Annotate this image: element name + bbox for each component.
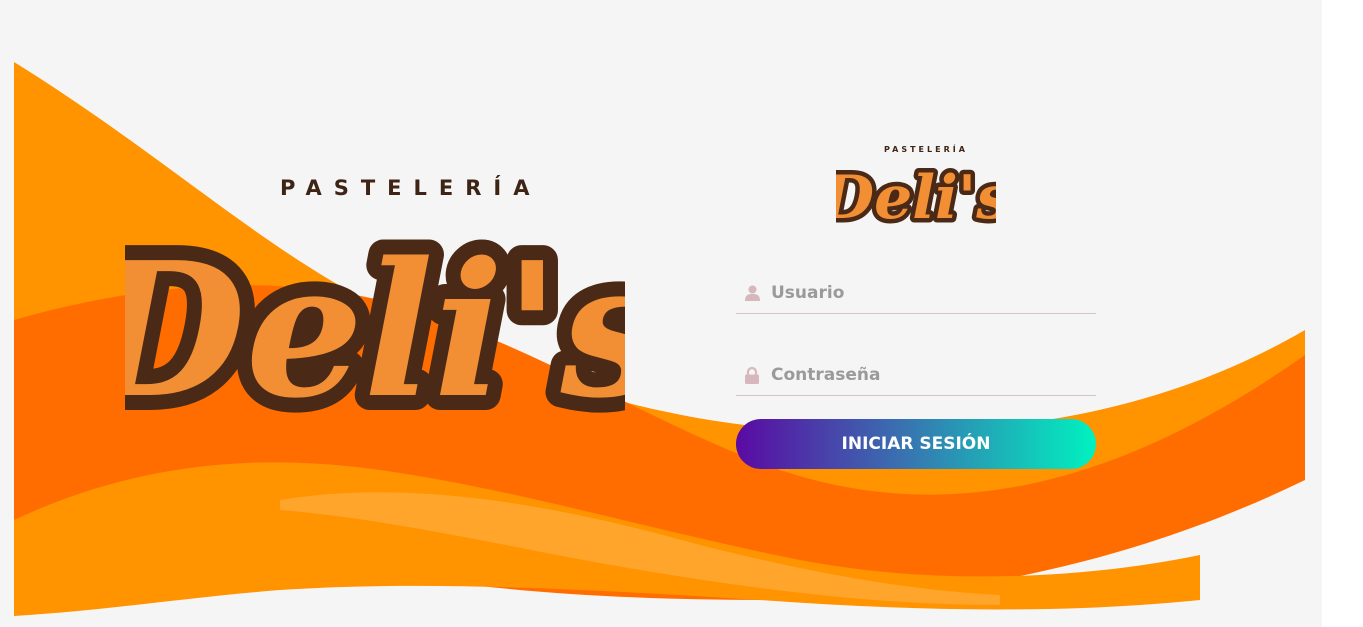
hero-brand-subtitle: PASTELERÍA [280,176,542,200]
hero-brand-wordmark: Deli's Deli's [125,210,625,454]
password-input[interactable] [771,365,1071,385]
user-icon [740,285,764,301]
username-input[interactable] [771,283,1071,303]
form-brand-logo: PASTELERÍA Deli's Deli's [836,140,996,240]
hero-brand-logo: PASTELERÍA Deli's Deli's [125,170,625,460]
form-brand-wordmark: Deli's Deli's [836,159,996,238]
form-wordmark-fill: Deli's [836,163,996,233]
lock-icon [740,366,764,384]
hero-wordmark-fill: Deli's [125,221,625,439]
login-page: PASTELERÍA Deli's Deli's PASTELERÍA Deli… [0,0,1322,627]
password-field [736,355,1096,396]
username-field [736,273,1096,314]
login-button[interactable]: INICIAR SESIÓN [736,419,1096,469]
form-brand-subtitle: PASTELERÍA [884,145,968,154]
